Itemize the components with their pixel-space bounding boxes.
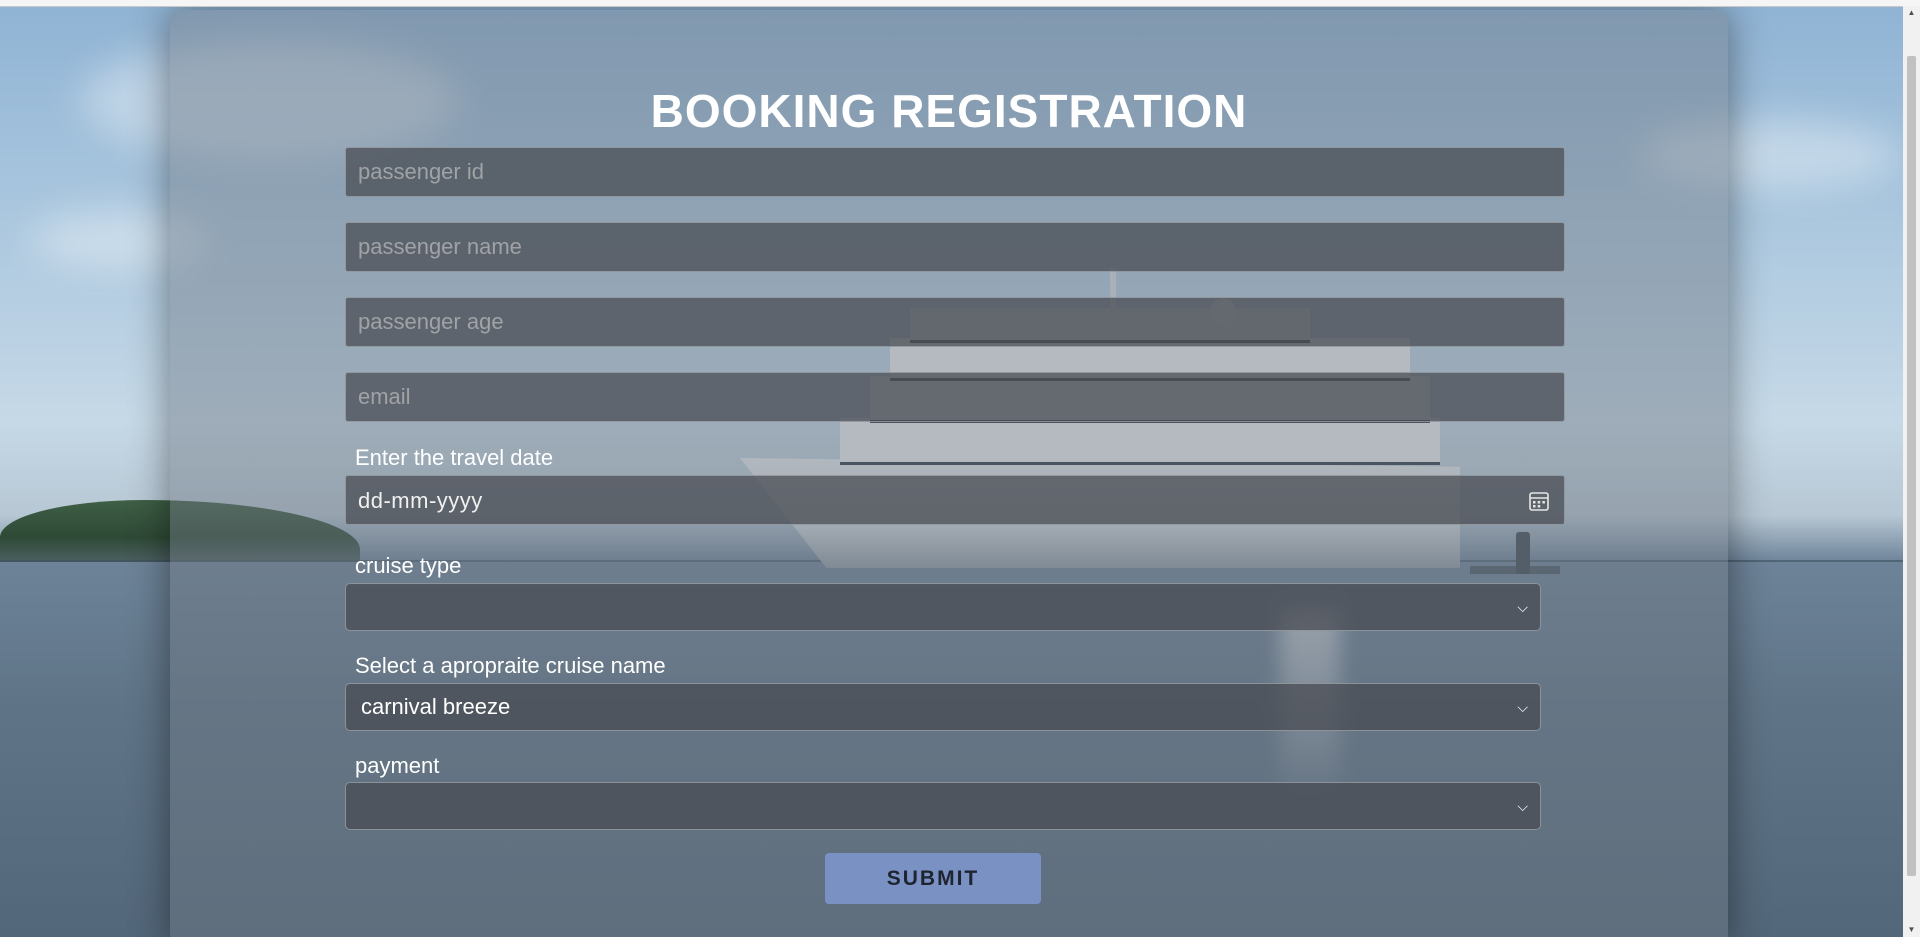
chevron-down-icon: ⌵ [1517, 699, 1528, 715]
scroll-thumb[interactable] [1907, 56, 1916, 876]
email-input[interactable] [345, 372, 1565, 422]
page-title: BOOKING REGISTRATION [650, 85, 1248, 137]
travel-date-value: dd-mm-yyyy [358, 488, 483, 513]
scroll-down-icon[interactable]: ▼ [1907, 925, 1916, 935]
booking-form: BOOKING REGISTRATION Enter the travel da… [170, 10, 1728, 937]
travel-date-label: Enter the travel date [355, 445, 554, 470]
passenger-id-input[interactable] [345, 147, 1565, 197]
browser-top-edge [0, 0, 1920, 7]
submit-button[interactable]: SUBMIT [825, 853, 1041, 904]
passenger-name-input[interactable] [345, 222, 1565, 272]
page-scrollbar[interactable]: ▲ ▼ [1903, 6, 1920, 937]
chevron-down-icon: ⌵ [1517, 798, 1528, 814]
scroll-up-icon[interactable]: ▲ [1907, 8, 1916, 18]
cruise-name-select[interactable]: carnival breeze ⌵ [345, 683, 1541, 731]
calendar-icon[interactable] [1528, 490, 1550, 512]
payment-select[interactable]: ⌵ [345, 782, 1541, 830]
payment-label: payment [355, 753, 440, 778]
chevron-down-icon: ⌵ [1517, 599, 1528, 615]
cruise-type-label: cruise type [355, 553, 462, 578]
cruise-name-value: carnival breeze [361, 694, 511, 719]
cruise-type-select[interactable]: ⌵ [345, 583, 1541, 631]
passenger-age-input[interactable] [345, 297, 1565, 347]
cruise-name-label: Select a apropraite cruise name [355, 653, 666, 678]
travel-date-input[interactable]: dd-mm-yyyy [345, 475, 1565, 525]
